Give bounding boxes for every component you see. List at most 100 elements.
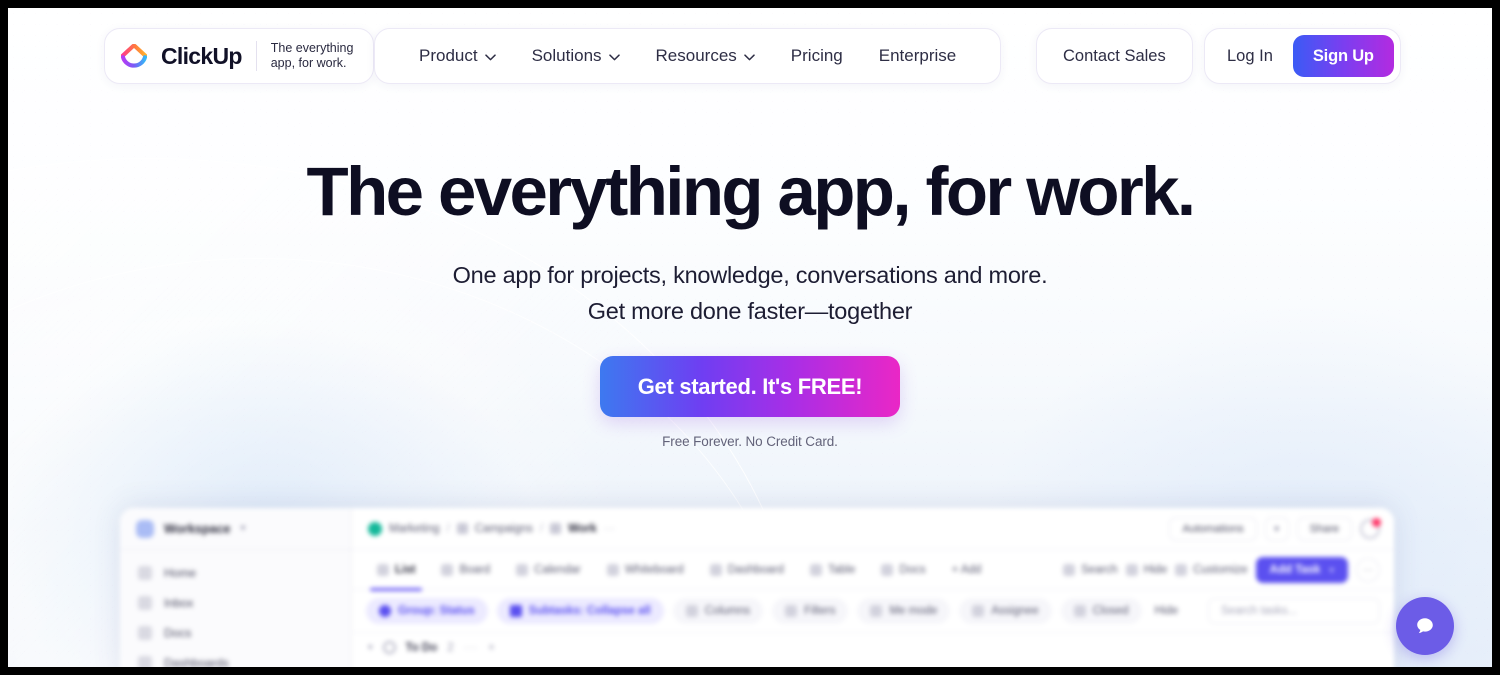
hide-button[interactable]: Hide <box>1125 564 1168 576</box>
tab-dashboard[interactable]: Dashboard <box>699 557 795 583</box>
filter-bar: Group: Status Subtasks: Collapse all Col… <box>352 590 1394 632</box>
add-view-button[interactable]: + Add <box>941 557 993 583</box>
automations-button[interactable]: Automations <box>1169 517 1257 541</box>
mockup-sidebar-nav: Home Inbox Docs Dashboards <box>120 550 351 667</box>
nav-label: Product <box>419 46 478 65</box>
chip-label: Me mode <box>889 605 938 617</box>
sidebar-item-dashboards[interactable]: Dashboards <box>120 648 351 667</box>
nav-item-pricing[interactable]: Pricing <box>773 29 861 83</box>
tab-label: Table <box>827 563 856 576</box>
nav-item-product[interactable]: Product <box>401 29 514 83</box>
tab-label: Calendar <box>534 563 581 576</box>
chevron-down-icon <box>484 53 496 60</box>
chevron-down-icon: ▾ <box>1329 564 1334 575</box>
nav-label: Solutions <box>531 46 602 65</box>
tab-table[interactable]: Table <box>799 557 867 583</box>
chat-bubble-icon <box>1417 618 1433 634</box>
contact-sales-label: Contact Sales <box>1063 46 1166 65</box>
status-ring-icon <box>382 641 396 654</box>
breadcrumb-separator: / <box>446 522 450 535</box>
sidebar-item-home[interactable]: Home <box>120 558 351 588</box>
chip-label: Columns <box>704 605 751 617</box>
list-icon <box>377 563 389 576</box>
breadcrumb-overflow[interactable]: ··· <box>604 523 616 535</box>
search-button[interactable]: Search <box>1063 564 1118 576</box>
chip-label: Filters <box>804 605 836 617</box>
brand-tagline-line2: app, for work. <box>270 56 347 70</box>
view-tab-tools: Search Hide Customize Add Task ▾ ⋯ <box>1063 557 1380 583</box>
nav-label: Resources <box>655 46 737 65</box>
group-count: 2 <box>447 641 454 654</box>
search-label: Search <box>1081 564 1118 576</box>
customize-label: Customize <box>1193 564 1248 576</box>
app-preview-mockup: Workspace ▾ Home Inbox Docs Dashboards M… <box>120 508 1394 667</box>
sidebar-item-label: Docs <box>164 626 192 640</box>
subtasks-chip[interactable]: Subtasks: Collapse all <box>496 598 664 624</box>
group-status-chip[interactable]: Group: Status <box>366 598 488 624</box>
add-view-label: + Add <box>951 563 982 576</box>
bell-icon[interactable] <box>1360 518 1381 539</box>
chevron-down-icon[interactable]: ▾ <box>368 642 373 653</box>
search-tasks-input[interactable]: Search tasks... <box>1208 598 1380 624</box>
hero-subheading-line1: One app for projects, knowledge, convers… <box>452 262 1048 288</box>
hide-label: Hide <box>1143 564 1168 576</box>
chat-widget-button[interactable] <box>1396 597 1454 655</box>
logo-divider <box>255 41 257 71</box>
columns-chip[interactable]: Columns <box>672 598 764 624</box>
mockup-workspace-switcher[interactable]: Workspace ▾ <box>120 508 351 550</box>
nav-item-enterprise[interactable]: Enterprise <box>861 29 974 83</box>
customize-button[interactable]: Customize <box>1175 564 1248 576</box>
closed-chip[interactable]: Closed <box>1060 598 1142 624</box>
me-mode-chip[interactable]: Me mode <box>857 598 951 624</box>
contact-sales-button[interactable]: Contact Sales <box>1036 28 1193 84</box>
chip-label: Subtasks: Collapse all <box>528 605 651 617</box>
cta-disclaimer: Free Forever. No Credit Card. <box>662 434 838 449</box>
folder-icon <box>456 523 468 534</box>
get-started-button[interactable]: Get started. It's FREE! <box>599 356 901 417</box>
tab-label: List <box>395 563 416 576</box>
dashboards-icon <box>138 656 152 667</box>
sidebar-item-docs[interactable]: Docs <box>120 618 351 648</box>
group-name: To Do <box>405 641 438 654</box>
tab-board[interactable]: Board <box>430 557 501 583</box>
logo-home-link[interactable]: ClickUp The everything app, for work. <box>104 28 375 84</box>
breadcrumb-space[interactable]: Marketing <box>389 523 440 535</box>
nav-item-solutions[interactable]: Solutions <box>514 29 638 83</box>
tab-label: Board <box>459 563 491 576</box>
filter-icon <box>785 605 798 617</box>
brand-tagline: The everything app, for work. <box>271 41 354 71</box>
nav-label: Enterprise <box>878 46 957 65</box>
page-root: ClickUp The everything app, for work. Pr… <box>8 8 1492 667</box>
breadcrumb-folder[interactable]: Campaigns <box>475 523 533 535</box>
tab-list[interactable]: List <box>366 557 426 591</box>
mockup-main: Marketing / Campaigns / Work ··· Automat… <box>352 508 1394 667</box>
ellipsis-icon[interactable]: ··· <box>464 642 479 654</box>
assignee-chip[interactable]: Assignee <box>959 598 1052 624</box>
breadcrumb-list[interactable]: Work <box>568 523 597 535</box>
log-in-link[interactable]: Log In <box>1205 47 1293 66</box>
brand-name: ClickUp <box>161 42 242 69</box>
share-button[interactable]: Share <box>1296 517 1352 541</box>
closed-icon <box>1073 605 1086 617</box>
tab-docs[interactable]: Docs <box>870 557 936 583</box>
tab-whiteboard[interactable]: Whiteboard <box>596 557 695 583</box>
filter-hide-button[interactable]: Hide <box>1151 605 1183 617</box>
chip-label: Group: Status <box>398 605 475 617</box>
clickup-logo-icon <box>121 43 147 69</box>
ellipsis-icon[interactable]: ⋯ <box>1356 558 1380 582</box>
tab-calendar[interactable]: Calendar <box>505 557 592 583</box>
sign-up-button[interactable]: Sign Up <box>1292 35 1394 77</box>
sidebar-item-inbox[interactable]: Inbox <box>120 588 351 618</box>
filters-chip[interactable]: Filters <box>772 598 849 624</box>
add-task-inline-icon[interactable]: + <box>488 642 495 654</box>
table-icon <box>809 563 822 576</box>
automations-caret-button[interactable]: ▾ <box>1264 517 1289 541</box>
nav-item-resources[interactable]: Resources <box>638 29 773 83</box>
hero-subheading-line2: Get more done faster—together <box>587 298 913 324</box>
add-task-button[interactable]: Add Task ▾ <box>1255 557 1348 583</box>
tab-label: Docs <box>899 563 926 576</box>
customize-icon <box>1175 564 1188 576</box>
board-icon <box>441 563 454 576</box>
chevron-down-icon <box>608 53 620 60</box>
mockup-top-actions: Automations ▾ Share <box>1169 517 1381 541</box>
